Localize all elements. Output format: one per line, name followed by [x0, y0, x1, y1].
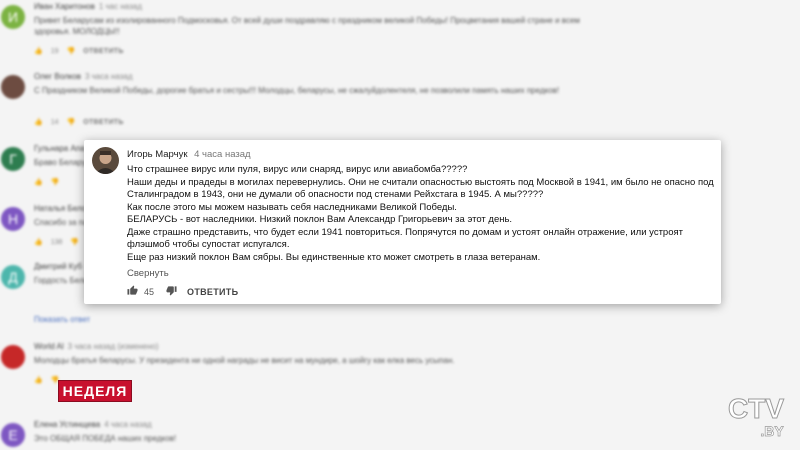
like-count: 19: [50, 47, 59, 55]
thumb-down-icon[interactable]: 👎: [70, 238, 79, 246]
comment-time[interactable]: 1 час назад: [99, 2, 142, 11]
like-count: 45: [144, 286, 155, 297]
comment-line: Наши деды и прадеды в могилах перевернул…: [127, 176, 714, 188]
thumb-up-icon[interactable]: 👍: [34, 238, 43, 246]
collapse-link[interactable]: Свернуть: [127, 268, 169, 279]
avatar[interactable]: Н: [1, 207, 25, 231]
comment-author[interactable]: Дмитрий Куб: [34, 262, 82, 271]
avatar[interactable]: [1, 345, 25, 369]
comment-text: Что страшнее вирус или пуля, вирус или с…: [127, 164, 714, 264]
ctv-channel-logo: CTV .BY: [728, 393, 785, 440]
comment-line: Даже страшно представить, что будет если…: [127, 226, 683, 238]
program-logo: НЕДЕЛЯ: [58, 380, 132, 402]
thumb-down-icon[interactable]: 👎: [67, 47, 76, 55]
reply-button[interactable]: ОТВЕТИТЬ: [187, 287, 238, 297]
thumb-down-icon[interactable]: [166, 285, 177, 298]
comment-text: Это ОБЩАЯ ПОБЕДА наших предков!: [34, 434, 177, 443]
comment-text: Молодцы братья беларусы. У президента ни…: [34, 356, 455, 365]
avatar[interactable]: Д: [1, 265, 25, 289]
highlighted-comment-card: Игорь Марчук 4 часа назад Что страшнее в…: [84, 140, 721, 304]
comment-author[interactable]: Игорь Марчук: [127, 149, 187, 160]
reply-button[interactable]: ОТВЕТИТЬ: [83, 119, 123, 126]
comment-line: Еще раз низкий поклон Вам сябры. Вы един…: [127, 251, 541, 263]
channel-logo-main: CTV: [728, 393, 784, 424]
comment-time[interactable]: 4 часа назад: [194, 149, 250, 160]
thumb-down-icon[interactable]: 👎: [67, 118, 76, 126]
avatar[interactable]: Г: [1, 147, 25, 171]
comment-line: Сталинградом в 1943, они не думали об оп…: [127, 189, 544, 200]
comment-line: БЕЛАРУСЬ - вот наследники. Низкий поклон…: [127, 214, 513, 225]
channel-logo-sub: .BY: [760, 423, 784, 439]
comment-author[interactable]: Иван Харитонов: [34, 2, 95, 11]
thumb-up-icon[interactable]: 👍: [34, 376, 43, 384]
comment-author[interactable]: World Al: [34, 342, 64, 351]
avatar[interactable]: [92, 147, 119, 174]
comment-line: флэшмоб чтобы супостат испугался.: [127, 239, 290, 250]
thumb-up-icon[interactable]: 👍: [34, 118, 43, 126]
comment-line: Как после этого мы можем называть себя н…: [127, 201, 457, 213]
comment-author[interactable]: Елена Устинщева: [34, 420, 100, 429]
thumb-up-icon[interactable]: [127, 285, 138, 298]
comment-time[interactable]: 3 часа назад: [85, 72, 133, 81]
avatar[interactable]: [1, 75, 25, 99]
like-count: 14: [50, 118, 59, 126]
show-replies-link[interactable]: Показать ответ: [34, 315, 90, 324]
comment-author[interactable]: Олег Волков: [34, 72, 81, 81]
like-count: 138: [50, 238, 63, 246]
reply-button[interactable]: ОТВЕТИТЬ: [83, 48, 123, 55]
thumb-up-icon[interactable]: 👍: [34, 178, 43, 186]
comment-author[interactable]: Наталья Бело: [34, 204, 86, 213]
comment-text: Привет Беларусам из изолированного Подмо…: [34, 16, 580, 36]
comment-time[interactable]: 3 часа назад (изменено): [68, 342, 159, 351]
user-photo-icon: [92, 147, 119, 174]
thumb-down-icon[interactable]: 👎: [51, 178, 60, 186]
avatar[interactable]: Е: [1, 423, 25, 447]
comment-text: С Праздником Великой Победы, дорогие бра…: [34, 86, 560, 95]
comment-time[interactable]: 4 часа назад: [104, 420, 152, 429]
thumb-up-icon[interactable]: 👍: [34, 47, 43, 55]
comment-actions: 45 ОТВЕТИТЬ: [127, 285, 238, 298]
comment-line: Что страшнее вирус или пуля, вирус или с…: [127, 164, 468, 175]
comment-author[interactable]: Гульнара Апа: [34, 144, 85, 153]
avatar[interactable]: И: [1, 5, 25, 29]
